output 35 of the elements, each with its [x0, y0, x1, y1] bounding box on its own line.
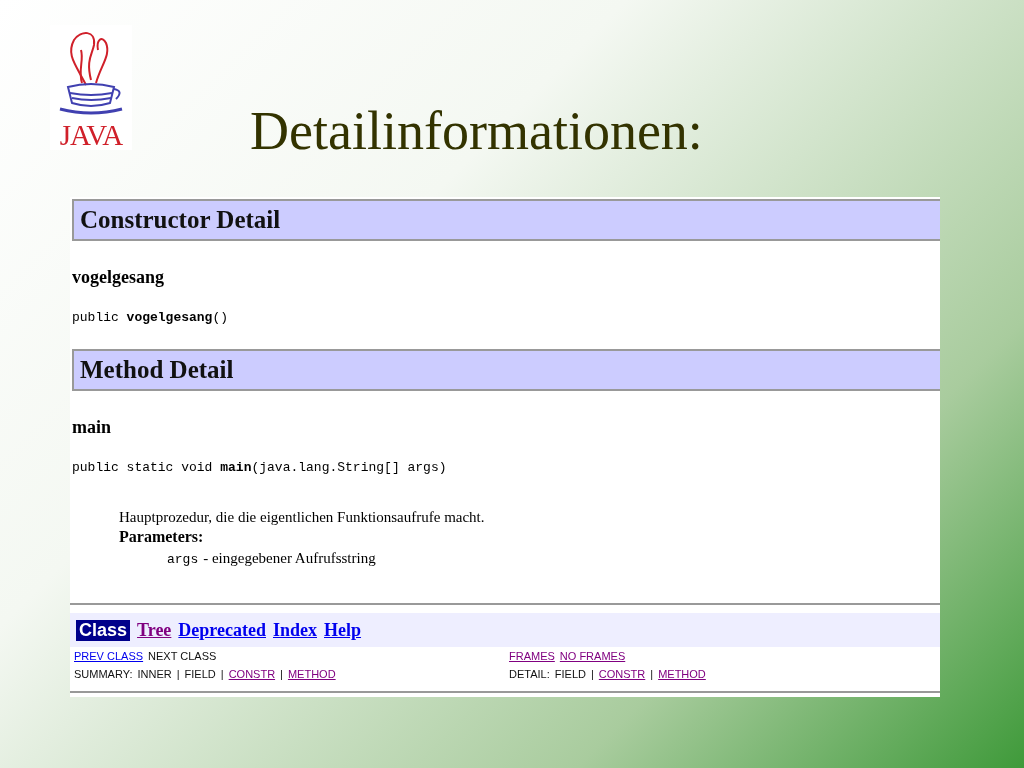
nav-tab[interactable]: Index — [273, 619, 317, 641]
parameter-description: - eingegebener Aufrufsstring — [203, 550, 376, 567]
parameter-name: args — [167, 552, 199, 567]
logo-text: JAVA — [59, 120, 123, 150]
nav-link[interactable]: CONSTR — [598, 668, 646, 680]
nav-label: | — [650, 668, 654, 680]
nav-tab[interactable]: Tree — [137, 619, 172, 641]
nav-tab[interactable]: Deprecated — [178, 619, 266, 641]
section-heading: Method Detail — [72, 349, 940, 391]
nav-label: INNER — [137, 668, 172, 680]
member-signature: public static void main(java.lang.String[] args) — [72, 460, 448, 475]
nav-label: | — [590, 668, 594, 680]
nav-link[interactable]: NO FRAMES — [559, 650, 626, 662]
parameters-label: Parameters: — [119, 528, 205, 546]
nav-label: FIELD — [554, 668, 586, 680]
nav-tab[interactable]: Help — [324, 619, 362, 641]
slide-title: Detailinformationen: — [250, 101, 703, 161]
nav-label: DETAIL: — [509, 668, 550, 680]
nav-link[interactable]: CONSTR — [228, 668, 276, 680]
member-description: Hauptprozedur, die die eigentlichen Funktionsaufrufe macht. — [119, 509, 486, 526]
nav-link[interactable]: FRAMES — [509, 650, 555, 662]
nav-label: | — [176, 668, 180, 680]
section-heading: Constructor Detail — [72, 199, 940, 241]
nav-label: | — [280, 668, 283, 680]
nav-tab[interactable]: Class — [76, 619, 131, 641]
nav-link[interactable]: METHOD — [658, 668, 706, 680]
nav-label: NEXT CLASS — [148, 650, 217, 662]
nav-label: SUMMARY: — [74, 668, 133, 680]
nav-label: | — [220, 668, 224, 680]
member-name: vogelgesang — [72, 267, 165, 288]
nav-label: FIELD — [184, 668, 216, 680]
nav-link[interactable]: PREV CLASS — [74, 650, 144, 662]
member-signature: public vogelgesang() — [72, 310, 230, 325]
member-name: main — [72, 417, 112, 438]
nav-link[interactable]: METHOD — [287, 668, 336, 680]
